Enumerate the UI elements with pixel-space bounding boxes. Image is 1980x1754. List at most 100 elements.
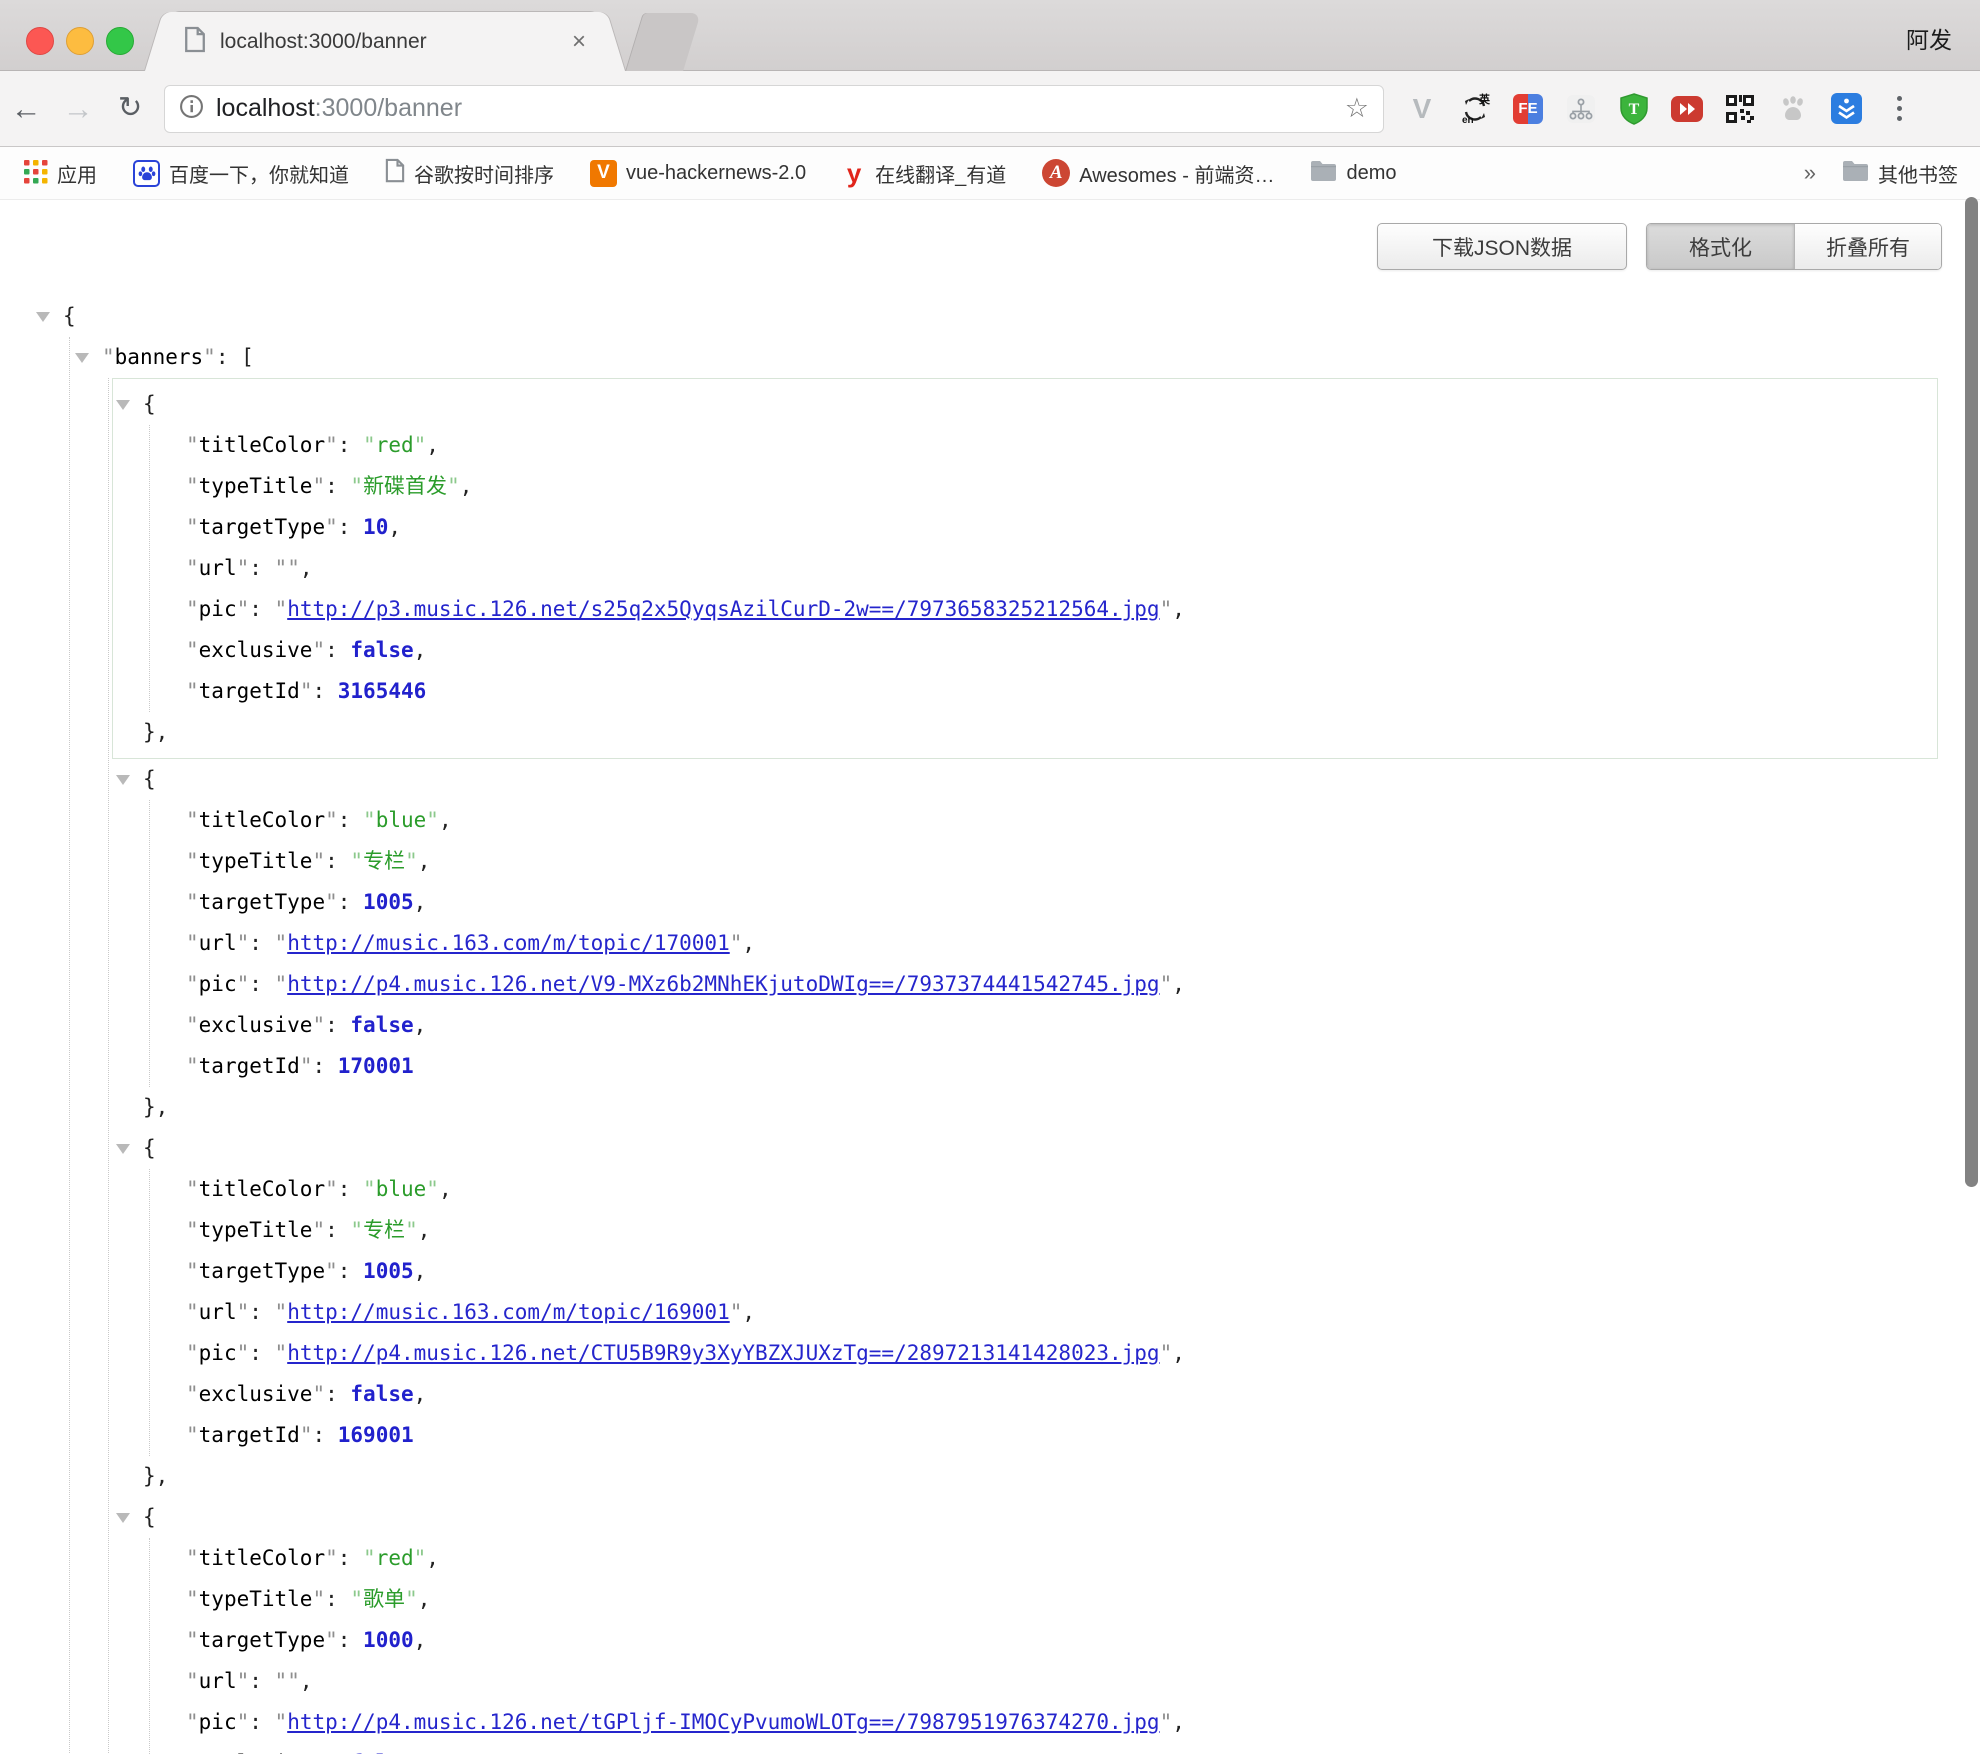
- other-bookmarks[interactable]: 其他书签: [1842, 159, 1958, 188]
- collapse-caret-icon[interactable]: [36, 312, 50, 322]
- json-quote: ": [405, 849, 418, 873]
- json-comma: ,: [460, 474, 473, 498]
- bookmark-item[interactable]: y在线翻译_有道: [842, 158, 1006, 189]
- sitemap-icon[interactable]: [1565, 93, 1597, 125]
- address-bar[interactable]: localhost:3000/banner ☆: [164, 85, 1384, 133]
- json-brace: {: [143, 1136, 156, 1160]
- back-button[interactable]: ←: [0, 93, 52, 124]
- json-link[interactable]: http://p3.music.126.net/s25q2x5QyqsAzilC…: [287, 597, 1159, 621]
- json-quote: ": [1160, 972, 1173, 996]
- json-quote: ": [426, 808, 439, 832]
- minimize-window-button[interactable]: [66, 27, 94, 55]
- collapse-caret-icon[interactable]: [116, 1513, 130, 1523]
- json-boolean: false: [350, 1382, 413, 1406]
- new-tab-button[interactable]: [625, 13, 701, 71]
- json-bracket: [: [241, 345, 254, 369]
- json-key: targetType: [199, 1628, 325, 1652]
- collapse-caret-icon[interactable]: [116, 775, 130, 785]
- bookmark-item[interactable]: 百度一下，你就知道: [133, 159, 349, 188]
- json-string: red: [376, 433, 414, 457]
- tampermonkey-icon[interactable]: T: [1618, 93, 1650, 125]
- json-quote: ": [237, 1669, 250, 1693]
- json-field-row: "targetType": 1005,: [186, 882, 1980, 923]
- close-window-button[interactable]: [26, 27, 54, 55]
- url-text[interactable]: localhost:3000/banner: [216, 94, 1345, 123]
- json-link[interactable]: http://p4.music.126.net/V9-MXz6b2MNhEKju…: [287, 972, 1159, 996]
- json-quote: ": [350, 474, 363, 498]
- download-json-button[interactable]: 下载JSON数据: [1377, 223, 1627, 270]
- reload-button[interactable]: ↻: [104, 94, 156, 123]
- json-quote: ": [312, 638, 325, 662]
- collapse-caret-icon[interactable]: [116, 400, 130, 410]
- bookmark-label: vue-hackernews-2.0: [626, 162, 806, 185]
- fullscreen-window-button[interactable]: [106, 27, 134, 55]
- browser-tab[interactable]: localhost:3000/banner ×: [170, 12, 600, 71]
- json-comma: ,: [418, 1218, 431, 1242]
- vertical-scrollbar-thumb[interactable]: [1965, 197, 1978, 1187]
- json-quote: ": [275, 1341, 288, 1365]
- json-quote: ": [237, 1710, 250, 1734]
- json-quote: ": [186, 597, 199, 621]
- other-bookmarks-label: 其他书签: [1878, 159, 1958, 188]
- json-colon: :: [325, 1587, 350, 1611]
- forward-button[interactable]: →: [52, 93, 104, 124]
- bookmark-item[interactable]: 谷歌按时间排序: [385, 158, 554, 188]
- collapse-caret-icon[interactable]: [116, 1144, 130, 1154]
- json-comma: ,: [300, 1669, 313, 1693]
- json-key: url: [199, 1300, 237, 1324]
- collapse-all-button[interactable]: 折叠所有: [1794, 224, 1941, 269]
- bookmark-item[interactable]: Vvue-hackernews-2.0: [590, 160, 806, 187]
- format-collapse-button-group: 格式化 折叠所有: [1646, 223, 1942, 270]
- json-field-row: "titleColor": "blue",: [186, 1169, 1980, 1210]
- json-colon: :: [249, 1710, 274, 1734]
- json-quote: ": [186, 931, 199, 955]
- bookmark-star-icon[interactable]: ☆: [1345, 93, 1369, 124]
- json-link[interactable]: http://p4.music.126.net/tGPljf-IMOCyPvum…: [287, 1710, 1159, 1734]
- collapse-caret-icon[interactable]: [75, 353, 89, 363]
- info-icon[interactable]: [179, 94, 204, 124]
- json-field-row: "exclusive": false: [186, 1743, 1980, 1754]
- format-button[interactable]: 格式化: [1647, 224, 1794, 269]
- collect-icon[interactable]: [1830, 93, 1862, 125]
- json-field-row: "titleColor": "blue",: [186, 800, 1980, 841]
- json-boolean: false: [350, 638, 413, 662]
- json-field-row: "typeTitle": "歌单",: [186, 1579, 1980, 1620]
- tab-close-icon[interactable]: ×: [572, 30, 586, 54]
- json-colon: :: [312, 679, 337, 703]
- json-field-row: "titleColor": "red",: [186, 1538, 1980, 1579]
- json-object-fields: "titleColor": "blue","typeTitle": "专栏","…: [143, 800, 1980, 1087]
- paw-icon[interactable]: [1777, 93, 1809, 125]
- json-object-close: },: [143, 1456, 1980, 1497]
- json-comma: ,: [1172, 1341, 1185, 1365]
- json-quote: ": [414, 433, 427, 457]
- bookmark-item[interactable]: 应用: [22, 158, 97, 189]
- video-download-icon[interactable]: [1671, 93, 1703, 125]
- bookmark-item[interactable]: demo: [1310, 160, 1396, 187]
- json-link[interactable]: http://music.163.com/m/topic/169001: [287, 1300, 730, 1324]
- json-key: url: [199, 1669, 237, 1693]
- bookmark-item[interactable]: AAwesomes - 前端资…: [1042, 159, 1274, 188]
- bookmarks-overflow-chevron[interactable]: »: [1804, 160, 1816, 186]
- json-quote: ": [325, 1546, 338, 1570]
- fehelper-icon[interactable]: FE: [1512, 93, 1544, 125]
- json-colon: :: [325, 849, 350, 873]
- json-number: 1000: [363, 1628, 414, 1652]
- json-key: pic: [199, 1710, 237, 1734]
- json-quote: ": [312, 1013, 325, 1037]
- translate-icon[interactable]: 英en: [1459, 93, 1491, 125]
- qrcode-icon[interactable]: [1724, 93, 1756, 125]
- json-link[interactable]: http://p4.music.126.net/CTU5B9R9y3XyYBZX…: [287, 1341, 1159, 1365]
- json-key: targetType: [199, 515, 325, 539]
- json-object-fields: "titleColor": "red","typeTitle": "歌单","t…: [143, 1538, 1980, 1754]
- json-object-close: },: [143, 1087, 1980, 1128]
- json-link[interactable]: http://music.163.com/m/topic/170001: [287, 931, 730, 955]
- profile-name[interactable]: 阿发: [1906, 21, 1952, 55]
- json-key: targetType: [199, 1259, 325, 1283]
- json-key: url: [199, 556, 237, 580]
- json-field-row: "targetType": 1000,: [186, 1620, 1980, 1661]
- vue-devtools-icon[interactable]: V: [1406, 93, 1438, 125]
- json-object-block: {"titleColor": "red","typeTitle": "歌单","…: [143, 1497, 1980, 1754]
- browser-menu-icon[interactable]: [1883, 93, 1915, 125]
- url-host: localhost: [216, 94, 315, 122]
- baidu-icon: [133, 160, 160, 187]
